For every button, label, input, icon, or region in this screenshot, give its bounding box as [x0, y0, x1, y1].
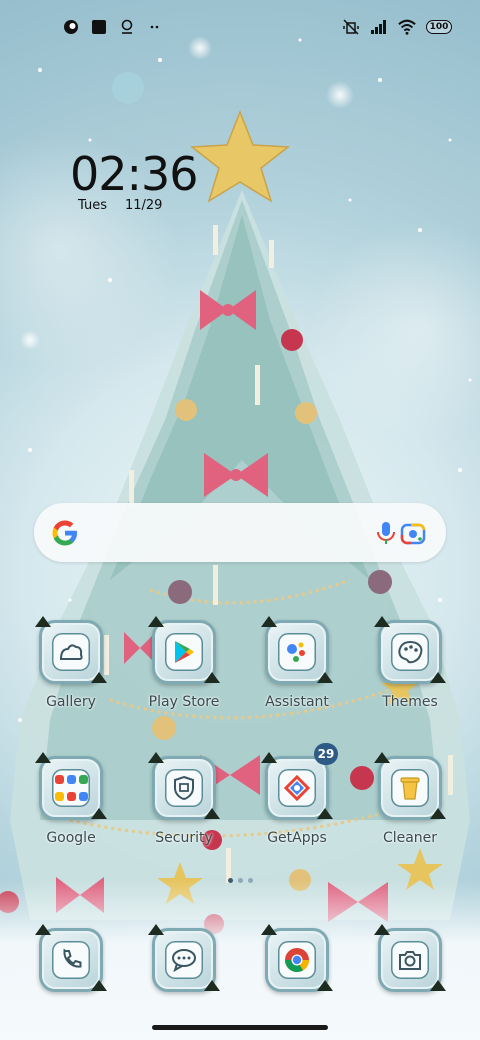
app-security[interactable]: Security: [134, 752, 234, 846]
camera-icon: [374, 924, 446, 992]
dock-messages[interactable]: [134, 924, 234, 992]
app-getapps[interactable]: 29 GetApps: [247, 743, 347, 846]
battery-indicator: 100: [426, 20, 452, 34]
vibrate-off-icon: [342, 18, 360, 36]
chrome-icon: [261, 924, 333, 992]
page-dot: [248, 878, 253, 883]
home-gesture-bar[interactable]: [152, 1025, 328, 1030]
page-dot: [238, 878, 243, 883]
clock-day: Tues: [78, 198, 107, 213]
app-notification-icon: [62, 18, 80, 36]
messages-icon: [148, 924, 220, 992]
notification-badge: 29: [314, 743, 338, 765]
microphone-icon[interactable]: [374, 520, 398, 546]
page-indicator: [228, 878, 253, 883]
clock-time: 02:36: [70, 147, 199, 201]
google-folder-icon: [35, 752, 107, 820]
google-logo-icon: [52, 520, 77, 546]
app-gallery[interactable]: Gallery: [21, 616, 121, 710]
assistant-icon: [261, 616, 333, 684]
app-cleaner[interactable]: Cleaner: [360, 752, 460, 846]
google-lens-icon[interactable]: [400, 520, 426, 546]
app-label: Themes: [382, 694, 438, 710]
gallery-icon: [35, 616, 107, 684]
dock-chrome[interactable]: [247, 924, 347, 992]
app-label: Gallery: [46, 694, 96, 710]
wifi-icon: [398, 18, 416, 36]
app-label: Security: [155, 830, 213, 846]
status-bar: 100: [0, 14, 480, 42]
clock-date: 11/29: [124, 198, 163, 213]
play-store-icon: [148, 616, 220, 684]
signal-icon: [370, 18, 388, 36]
app-folder-google[interactable]: Google: [21, 752, 121, 846]
status-bar-notifications: [62, 18, 164, 36]
app-play-store[interactable]: Play Store: [134, 616, 234, 710]
cleaner-icon: [374, 752, 446, 820]
phone-icon: [35, 924, 107, 992]
app-label: Play Store: [148, 694, 220, 710]
app-label: Assistant: [265, 694, 329, 710]
more-notifications-icon: [146, 18, 164, 36]
app-label: Cleaner: [382, 830, 438, 846]
location-pin-icon: [118, 18, 136, 36]
square-notification-icon: [90, 18, 108, 36]
status-bar-system: 100: [342, 18, 452, 36]
app-themes[interactable]: Themes: [360, 616, 460, 710]
getapps-icon: 29: [261, 743, 338, 820]
security-icon: [148, 752, 220, 820]
dock-phone[interactable]: [21, 924, 121, 992]
app-assistant[interactable]: Assistant: [247, 616, 347, 710]
app-label: Google: [46, 830, 96, 846]
app-label: GetApps: [267, 830, 327, 846]
dock-camera[interactable]: [360, 924, 460, 992]
clock-widget[interactable]: 02:36 Tues 11/29: [70, 147, 199, 213]
page-dot-active: [228, 878, 233, 883]
themes-icon: [374, 616, 446, 684]
google-search-bar[interactable]: [34, 503, 446, 562]
